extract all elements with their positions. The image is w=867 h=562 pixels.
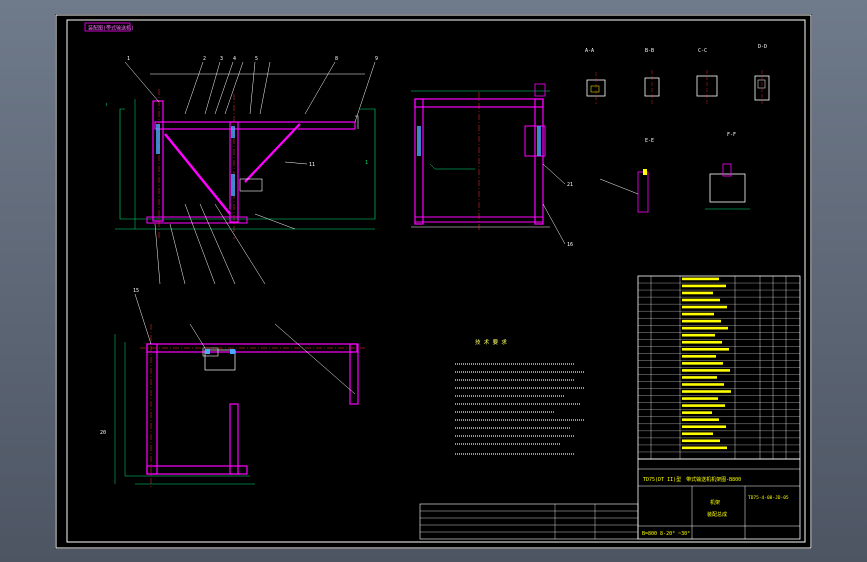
parts-list-cell-text: [682, 284, 726, 288]
svg-text:2: 2: [203, 56, 206, 62]
parts-list-cell-text: [682, 347, 729, 351]
section-label-e: E-E: [645, 138, 654, 144]
parts-list-cell-text: [682, 340, 722, 344]
parts-list-cell-text: [682, 305, 727, 309]
inner-border: [66, 19, 806, 543]
svg-text:1: 1: [127, 56, 130, 62]
title-line-1: TD75(DT II)型 带式输送机机架图-B800: [643, 476, 741, 483]
section-label-f: F-F: [727, 132, 736, 138]
technical-requirements: 技 术 要 求: [455, 338, 585, 455]
title-line-2: B=800 8-20° ~30°: [642, 531, 690, 537]
parts-list-cell-text: [682, 319, 721, 323]
svg-text:8: 8: [335, 56, 338, 62]
top-left-label: 装配图(带式输送机): [88, 25, 134, 32]
section-label-b: B-B: [645, 48, 654, 54]
parts-list-cell-text: [682, 376, 717, 379]
side-view: 21 16: [411, 83, 573, 248]
svg-text:15: 15: [133, 288, 139, 294]
svg-text:5: 5: [255, 56, 258, 62]
parts-list: [637, 275, 801, 460]
outer-border: [55, 14, 812, 549]
section-details: A-A B-B C-C D-D E-E F-F: [585, 44, 770, 213]
section-label-a: A-A: [585, 48, 594, 54]
parts-list-cell-text: [682, 355, 716, 358]
parts-list-cell-text: [682, 362, 723, 365]
title-block: TD75(DT II)型 带式输送机机架图-B800 机架 装配总成 TD75-…: [419, 458, 801, 540]
parts-list-cell-text: [682, 418, 719, 421]
tech-notes-heading: 技 术 要 求: [475, 338, 507, 346]
parts-list-cell-text: [682, 404, 725, 407]
svg-text:3: 3: [220, 56, 223, 62]
parts-list-cell-text: [682, 397, 718, 400]
svg-text:21: 21: [567, 182, 573, 188]
drawing-scale-label: 机架: [710, 499, 720, 506]
svg-text:1: 1: [365, 160, 368, 166]
parts-list-cell-text: [682, 446, 727, 450]
parts-list-cell-text: [682, 291, 713, 295]
svg-text:20: 20: [100, 430, 106, 436]
svg-text:16: 16: [567, 242, 573, 248]
cad-viewport[interactable]: 装配图(带式输送机) 1 2 3 4 5 8 9 11 ↑ 1 21 16 A-…: [0, 0, 867, 562]
parts-list-cell-text: [682, 333, 715, 337]
parts-list-cell-text: [682, 312, 714, 316]
plan-view: 15 20: [100, 288, 365, 489]
parts-list-cell-text: [682, 383, 724, 386]
drawing-number: TD75-4-08-JD-05: [748, 495, 789, 501]
section-label-d: D-D: [758, 44, 767, 50]
parts-list-cell-text: [682, 439, 720, 443]
parts-list-cell-text: [682, 369, 730, 372]
svg-text:4: 4: [233, 56, 236, 62]
parts-list-cell-text: [682, 390, 731, 393]
section-label-c: C-C: [698, 48, 707, 54]
drawing-sheet: 装配图(带式输送机) 1 2 3 4 5 8 9 11 ↑ 1 21 16 A-…: [55, 14, 812, 549]
svg-text:↑: ↑: [105, 102, 108, 108]
main-front-view: 1 2 3 4 5 8 9 11 ↑ 1: [105, 56, 378, 285]
parts-list-cell-text: [682, 326, 728, 330]
parts-list-cell-text: [682, 432, 713, 436]
parts-list-cell-text: [682, 277, 719, 281]
drawing-sub-label: 装配总成: [707, 511, 727, 518]
parts-list-cell-text: [682, 298, 720, 302]
parts-list-cell-text: [682, 411, 712, 414]
svg-text:11: 11: [309, 162, 315, 168]
parts-list-cell-text: [682, 425, 726, 429]
svg-text:9: 9: [375, 56, 378, 62]
